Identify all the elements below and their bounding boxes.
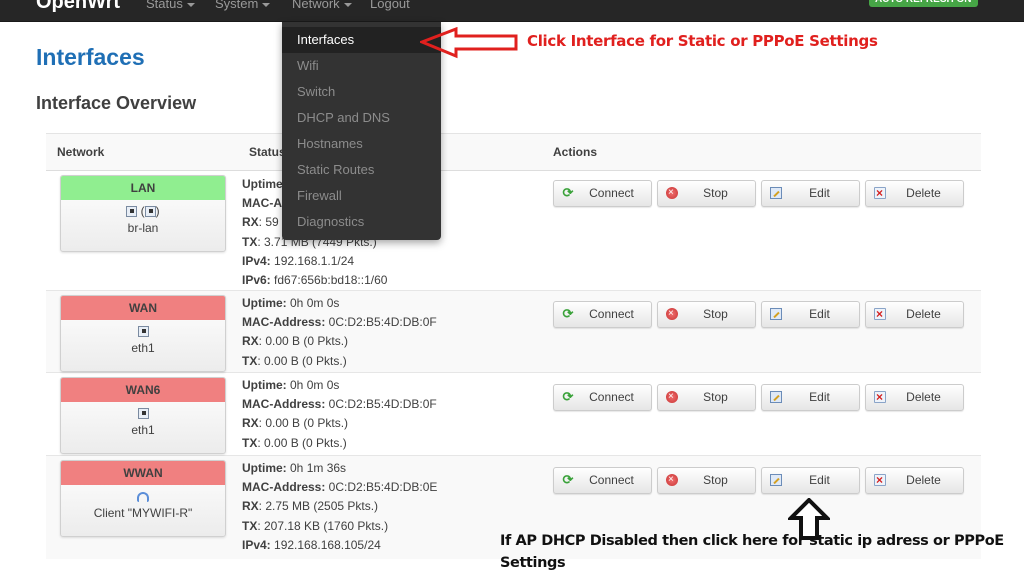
menu-item-static-routes[interactable]: Static Routes bbox=[282, 157, 441, 183]
status-ipv6: IPv6: fd67:656b:bd18::1/60 bbox=[242, 273, 388, 288]
nav-status-label: Status bbox=[146, 0, 183, 11]
connect-button[interactable]: ⟳ Connect bbox=[553, 467, 652, 494]
menu-item-dhcp-dns[interactable]: DHCP and DNS bbox=[282, 105, 441, 131]
brand-logo[interactable]: OpenWrt bbox=[36, 0, 120, 14]
status-rx: RX: 0.00 B (0 Pkts.) bbox=[242, 334, 349, 349]
interface-status: Uptime: 0h 0m 0s MAC-Address: 0C:D2:B5:4… bbox=[242, 376, 437, 453]
status-tx: TX: 207.18 KB (1760 Pkts.) bbox=[242, 518, 389, 533]
connect-button[interactable]: ⟳ Connect bbox=[553, 384, 652, 411]
chevron-down-icon bbox=[186, 2, 195, 7]
interface-device: eth1 bbox=[131, 341, 155, 355]
nav-network-label: Network bbox=[292, 0, 340, 11]
chevron-down-icon bbox=[262, 2, 271, 7]
interface-name: WWAN bbox=[61, 461, 225, 485]
interface-status: Uptime: 0h 1m 36s MAC-Address: 0C:D2:B5:… bbox=[242, 459, 437, 555]
table-row-lan: LAN () br-lan Uptime: 0h 1m 56s MAC-Addr… bbox=[46, 171, 981, 291]
status-tx: TX: 0.00 B (0 Pkts.) bbox=[242, 353, 347, 368]
interface-badge-lan: LAN () br-lan bbox=[60, 175, 226, 252]
status-uptime: Uptime: 0h 0m 0s bbox=[242, 296, 340, 310]
ethernet-icon bbox=[144, 206, 156, 218]
interface-device: eth1 bbox=[131, 423, 155, 437]
ethernet-icon bbox=[137, 408, 149, 420]
stop-button[interactable]: Stop bbox=[657, 301, 756, 328]
arrow-left-icon bbox=[420, 27, 518, 59]
stop-button[interactable]: Stop bbox=[657, 467, 756, 494]
edit-button[interactable]: Edit bbox=[761, 467, 860, 494]
ethernet-icon bbox=[137, 326, 149, 338]
edit-button[interactable]: Edit bbox=[761, 301, 860, 328]
annotation-bottom-note: If AP DHCP Disabled then click here for … bbox=[500, 533, 1004, 571]
edit-button[interactable]: Edit bbox=[761, 180, 860, 207]
auto-refresh-toggle[interactable]: AUTO REFRESH ON bbox=[869, 0, 978, 7]
table-row-wan6: WAN6 eth1 Uptime: 0h 0m 0s MAC-Address: … bbox=[46, 373, 981, 456]
interface-status: Uptime: 0h 0m 0s MAC-Address: 0C:D2:B5:4… bbox=[242, 294, 437, 371]
nav-network[interactable]: Network bbox=[292, 0, 352, 11]
menu-item-firewall[interactable]: Firewall bbox=[282, 183, 441, 209]
column-header-actions: Actions bbox=[553, 145, 598, 159]
table-header: Network Status Actions bbox=[46, 133, 981, 171]
annotation-top-note: Click Interface for Static or PPPoE Sett… bbox=[527, 32, 878, 50]
interface-name: LAN bbox=[61, 176, 225, 200]
menu-item-switch[interactable]: Switch bbox=[282, 79, 441, 105]
connect-button[interactable]: ⟳ Connect bbox=[553, 180, 652, 207]
status-mac: MAC-Address: 0C:D2:B5:4D:DB:0E bbox=[242, 480, 438, 495]
interface-badge-wan6: WAN6 eth1 bbox=[60, 377, 226, 454]
menu-item-diagnostics[interactable]: Diagnostics bbox=[282, 209, 441, 235]
status-mac: MAC-Address: 0C:D2:B5:4D:DB:0F bbox=[242, 397, 437, 412]
status-uptime: Uptime: 0h 1m 36s bbox=[242, 461, 347, 475]
column-header-network: Network bbox=[57, 145, 105, 159]
status-mac: MAC-Address: 0C:D2:B5:4D:DB:0F bbox=[242, 315, 437, 330]
bridge-icon bbox=[126, 206, 138, 218]
wifi-icon bbox=[137, 491, 149, 502]
nav-status[interactable]: Status bbox=[146, 0, 195, 11]
delete-button[interactable]: Delete bbox=[865, 467, 964, 494]
interface-badge-wan: WAN eth1 bbox=[60, 295, 226, 372]
nav-system-label: System bbox=[215, 0, 259, 11]
interface-icons: () bbox=[61, 204, 225, 221]
menu-item-interfaces[interactable]: Interfaces bbox=[282, 27, 441, 53]
section-title: Interface Overview bbox=[36, 93, 197, 113]
status-rx: RX: 2.75 MB (2505 Pkts.) bbox=[242, 499, 379, 514]
delete-button[interactable]: Delete bbox=[865, 180, 964, 207]
delete-button[interactable]: Delete bbox=[865, 384, 964, 411]
stop-button[interactable]: Stop bbox=[657, 180, 756, 207]
stop-button[interactable]: Stop bbox=[657, 384, 756, 411]
interface-device: Client "MYWIFI-R" bbox=[93, 506, 193, 520]
column-header-status: Status bbox=[249, 145, 286, 159]
interface-name: WAN6 bbox=[61, 378, 225, 402]
interface-name: WAN bbox=[61, 296, 225, 320]
interface-badge-wwan: WWAN Client "MYWIFI-R" bbox=[60, 460, 226, 537]
connect-button[interactable]: ⟳ Connect bbox=[553, 301, 652, 328]
chevron-down-icon bbox=[343, 2, 352, 7]
top-navbar: OpenWrt Status System Network Logout AUT… bbox=[0, 0, 1024, 22]
network-dropdown-menu: Interfaces Wifi Switch DHCP and DNS Host… bbox=[282, 22, 441, 240]
page-title: Interfaces bbox=[36, 44, 145, 70]
status-ipv4: IPv4: 192.168.168.105/24 bbox=[242, 537, 381, 552]
status-rx: RX: 0.00 B (0 Pkts.) bbox=[242, 416, 349, 431]
menu-item-hostnames[interactable]: Hostnames bbox=[282, 131, 441, 157]
status-tx: TX: 0.00 B (0 Pkts.) bbox=[242, 435, 347, 450]
menu-item-wifi[interactable]: Wifi bbox=[282, 53, 441, 79]
interface-device: br-lan bbox=[127, 221, 159, 235]
nav-system[interactable]: System bbox=[215, 0, 271, 11]
status-uptime: Uptime: 0h 0m 0s bbox=[242, 378, 340, 392]
nav-logout[interactable]: Logout bbox=[370, 0, 410, 11]
table-row-wan: WAN eth1 Uptime: 0h 0m 0s MAC-Address: 0… bbox=[46, 291, 981, 373]
delete-button[interactable]: Delete bbox=[865, 301, 964, 328]
edit-button[interactable]: Edit bbox=[761, 384, 860, 411]
status-ipv4: IPv4: 192.168.1.1/24 bbox=[242, 253, 355, 268]
